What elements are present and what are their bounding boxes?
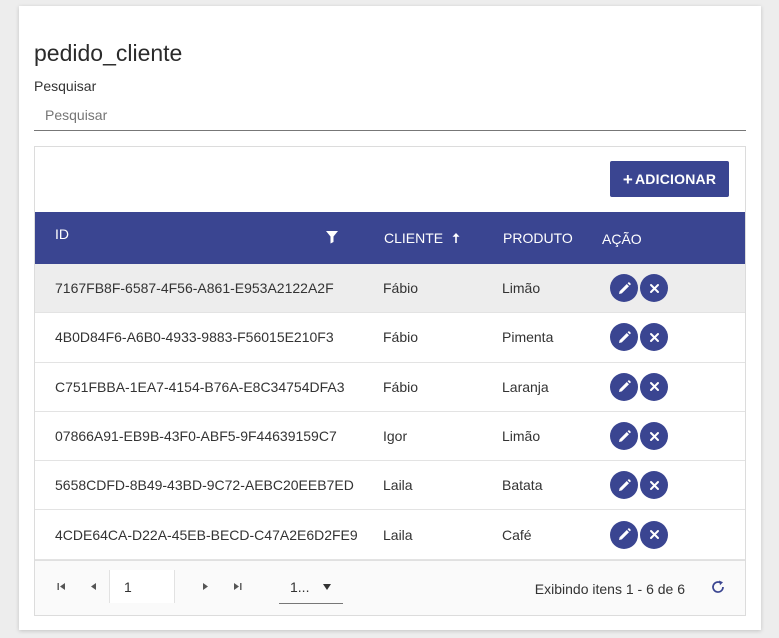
delete-button[interactable] bbox=[640, 520, 668, 549]
cell-produto: Pimenta bbox=[502, 329, 554, 346]
delete-button[interactable] bbox=[640, 372, 668, 401]
cell-acao bbox=[610, 461, 670, 509]
sort-asc-icon bbox=[452, 233, 460, 243]
cell-acao bbox=[610, 363, 670, 411]
cell-produto: Laranja bbox=[502, 378, 549, 395]
table-body: 7167FB8F-6587-4F56-A861-E953A2122A2F Fáb… bbox=[35, 264, 745, 560]
filter-icon[interactable] bbox=[325, 230, 339, 244]
table-row[interactable]: 4CDE64CA-D22A-45EB-BECD-C47A2E6D2FE9 Lai… bbox=[35, 510, 745, 560]
delete-button[interactable] bbox=[640, 323, 668, 352]
delete-icon bbox=[649, 382, 659, 392]
edit-button[interactable] bbox=[610, 471, 638, 500]
cell-cliente: Igor bbox=[383, 428, 408, 445]
edit-icon bbox=[618, 528, 631, 541]
table-row[interactable]: 5658CDFD-8B49-43BD-9C72-AEBC20EEB7ED Lai… bbox=[35, 461, 745, 511]
edit-icon bbox=[618, 331, 631, 343]
prev-page-icon bbox=[90, 582, 96, 590]
table-row[interactable]: 7167FB8F-6587-4F56-A861-E953A2122A2F Fáb… bbox=[35, 264, 745, 314]
cell-id: 7167FB8F-6587-4F56-A861-E953A2122A2F bbox=[55, 280, 334, 297]
cell-produto: Limão bbox=[502, 428, 541, 445]
edit-icon bbox=[618, 281, 631, 294]
delete-button[interactable] bbox=[640, 471, 668, 500]
prev-page-button[interactable] bbox=[78, 571, 108, 601]
header-id[interactable]: ID bbox=[55, 208, 69, 260]
first-page-icon bbox=[57, 582, 65, 590]
data-grid: + ADICIONAR ID CLIENTE PRODUTO AÇÃO 7167… bbox=[34, 146, 746, 616]
delete-icon bbox=[649, 530, 659, 540]
last-page-button[interactable] bbox=[222, 571, 252, 601]
edit-icon bbox=[618, 479, 631, 491]
page-title: pedido_cliente bbox=[34, 40, 183, 66]
first-page-button[interactable] bbox=[46, 571, 76, 601]
table-row[interactable]: 07866A91-EB9B-43F0-ABF5-9F44639159C7 Igo… bbox=[35, 412, 745, 462]
last-page-icon bbox=[233, 582, 241, 590]
main-card: pedido_cliente Pesquisar + ADICIONAR ID … bbox=[19, 6, 761, 630]
next-page-icon bbox=[202, 582, 208, 590]
cell-cliente: Laila bbox=[383, 526, 413, 543]
edit-button[interactable] bbox=[610, 274, 638, 303]
cell-produto: Limão bbox=[502, 280, 541, 297]
cell-id: 4CDE64CA-D22A-45EB-BECD-C47A2E6D2FE9 bbox=[55, 526, 358, 543]
edit-button[interactable] bbox=[610, 323, 638, 352]
delete-icon bbox=[649, 431, 659, 441]
delete-button[interactable] bbox=[640, 422, 668, 451]
delete-icon bbox=[649, 332, 659, 342]
cell-acao bbox=[610, 412, 670, 460]
cell-id: 5658CDFD-8B49-43BD-9C72-AEBC20EEB7ED bbox=[55, 477, 354, 494]
search-label: Pesquisar bbox=[34, 78, 97, 94]
next-page-button[interactable] bbox=[190, 571, 220, 601]
table-header: ID CLIENTE PRODUTO AÇÃO bbox=[35, 212, 745, 264]
edit-button[interactable] bbox=[610, 422, 638, 451]
cell-produto: Café bbox=[502, 526, 532, 543]
pager-info: Exibindo itens 1 - 6 de 6 bbox=[534, 580, 685, 597]
pager: 1... Exibindo itens 1 - 6 de 6 bbox=[35, 560, 745, 615]
header-produto[interactable]: PRODUTO bbox=[503, 212, 573, 264]
cell-cliente: Fábio bbox=[383, 378, 419, 395]
cell-id: 07866A91-EB9B-43F0-ABF5-9F44639159C7 bbox=[55, 428, 337, 445]
search-input[interactable] bbox=[34, 100, 746, 131]
table-row[interactable]: C751FBBA-1EA7-4154-B76A-E8C34754DFA3 Fáb… bbox=[35, 363, 745, 412]
cell-cliente: Fábio bbox=[383, 280, 419, 297]
delete-icon bbox=[649, 480, 659, 490]
edit-icon bbox=[618, 380, 631, 393]
header-produto-label: PRODUTO bbox=[503, 230, 573, 246]
header-acao: AÇÃO bbox=[602, 213, 642, 265]
cell-produto: Batata bbox=[502, 477, 543, 494]
edit-icon bbox=[618, 429, 631, 442]
edit-button[interactable] bbox=[610, 372, 638, 401]
cell-acao bbox=[610, 510, 670, 558]
chevron-down-icon bbox=[323, 584, 331, 590]
cell-id: C751FBBA-1EA7-4154-B76A-E8C34754DFA3 bbox=[55, 378, 345, 395]
cell-cliente: Fábio bbox=[383, 329, 419, 346]
edit-button[interactable] bbox=[610, 520, 638, 549]
plus-icon: + bbox=[622, 169, 633, 189]
cell-id: 4B0D84F6-A6B0-4933-9883-F56015E210F3 bbox=[55, 329, 334, 346]
add-button-label: ADICIONAR bbox=[635, 171, 717, 187]
page-size-select[interactable]: 1... bbox=[279, 570, 343, 604]
header-cliente[interactable]: CLIENTE bbox=[384, 212, 461, 264]
header-cliente-label: CLIENTE bbox=[384, 230, 444, 246]
page-size-value: 1... bbox=[290, 578, 310, 595]
page-number-input[interactable] bbox=[109, 570, 175, 603]
add-button[interactable]: + ADICIONAR bbox=[610, 161, 729, 197]
cell-cliente: Laila bbox=[383, 477, 413, 494]
table-row[interactable]: 4B0D84F6-A6B0-4933-9883-F56015E210F3 Fáb… bbox=[35, 313, 745, 363]
delete-button[interactable] bbox=[640, 274, 668, 303]
header-acao-label: AÇÃO bbox=[602, 231, 642, 247]
refresh-icon[interactable] bbox=[710, 579, 726, 595]
header-id-label: ID bbox=[55, 226, 69, 242]
delete-icon bbox=[649, 283, 659, 293]
cell-acao bbox=[610, 264, 670, 312]
cell-acao bbox=[610, 313, 670, 361]
